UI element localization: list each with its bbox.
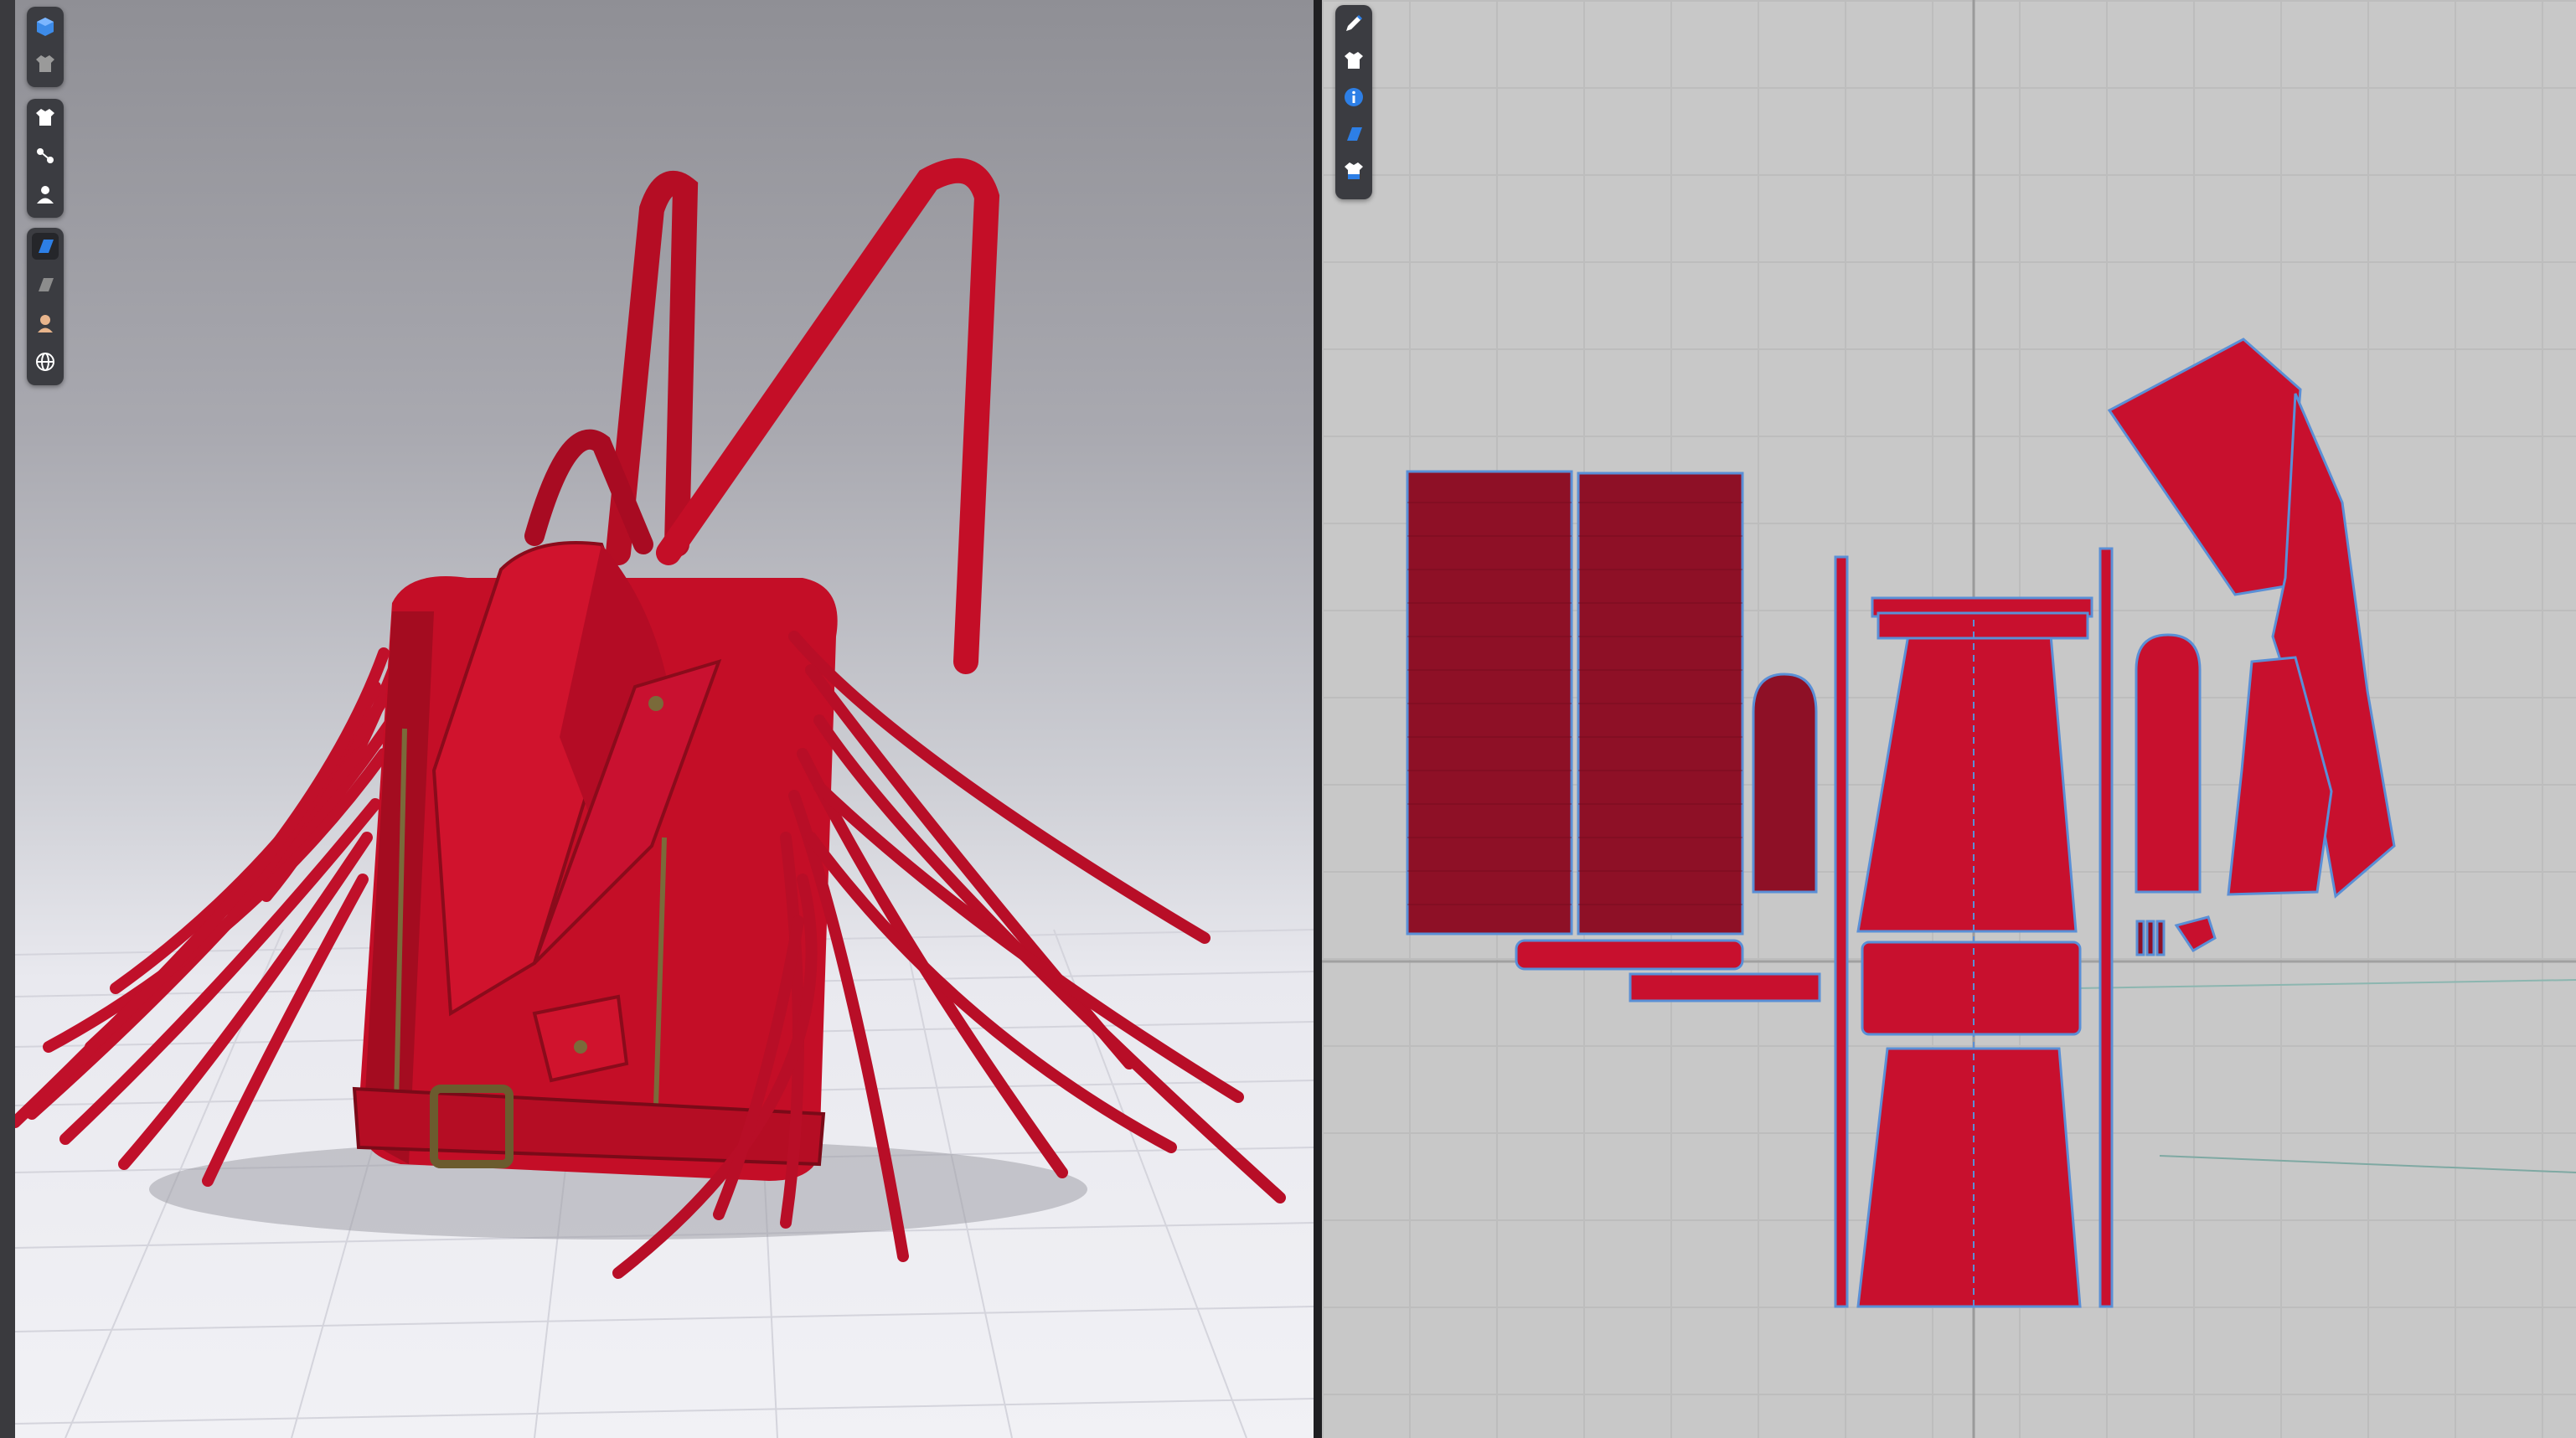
garment-shaded-icon[interactable] [32, 50, 59, 77]
skin-icon[interactable] [32, 310, 59, 337]
pattern-piece-belt[interactable] [1515, 939, 1744, 971]
pattern-piece-front-lower[interactable] [1856, 1047, 2082, 1308]
texture-icon[interactable] [32, 233, 59, 260]
fringe-left [15, 622, 415, 1187]
pattern-pieces [1406, 338, 2396, 1308]
3d-toolbar-group-2 [27, 99, 64, 218]
pattern-piece-gusset-right[interactable] [2135, 633, 2202, 894]
3d-toolbar-group-3 [27, 228, 64, 385]
guide-line [2075, 979, 2576, 989]
pattern-piece-pocket-flap[interactable] [2174, 915, 2217, 953]
2d-toolbar [1335, 5, 1372, 199]
pen-icon[interactable] [1340, 10, 1367, 37]
info-icon[interactable] [1340, 84, 1367, 111]
pattern-piece-small-1[interactable] [2135, 920, 2145, 956]
3d-scene[interactable] [15, 0, 1314, 1438]
left-edge-rail [0, 0, 15, 1438]
pocket-flap [532, 994, 629, 1083]
hanger-icon[interactable] [32, 142, 59, 169]
3d-viewport[interactable] [15, 0, 1314, 1438]
texture-icon[interactable] [1340, 121, 1367, 147]
pattern-piece-small-3[interactable] [2155, 920, 2166, 956]
3d-toolbar-group-1 [27, 7, 64, 87]
rivet [648, 696, 663, 711]
pattern-piece-zip-strip[interactable] [1877, 611, 2089, 640]
fabric-icon[interactable] [32, 271, 59, 298]
garment-2d-icon[interactable] [1340, 157, 1367, 184]
globe-icon[interactable] [32, 348, 59, 375]
pattern-piece-gusset-left[interactable] [1752, 673, 1818, 894]
pattern-piece-base[interactable] [1861, 941, 2082, 1036]
pattern-piece-small-2[interactable] [2145, 920, 2155, 956]
pattern-piece-back-panel[interactable] [1856, 633, 2078, 933]
snap-button [574, 1040, 587, 1054]
pattern-piece-sleeve[interactable] [2107, 338, 2302, 596]
2d-pattern-canvas[interactable] [1322, 0, 2576, 1438]
shirt-icon[interactable] [32, 104, 59, 131]
guide-line [2159, 1155, 2576, 1173]
2d-pattern-viewport[interactable] [1322, 0, 2576, 1438]
avatar-icon[interactable] [32, 181, 59, 208]
cube-view-icon[interactable] [32, 13, 59, 40]
pattern-piece-strap-left[interactable] [1834, 555, 1849, 1308]
pattern-piece-belt-tab[interactable] [1629, 972, 1821, 1002]
pattern-piece-strap-right[interactable] [2098, 547, 2114, 1308]
pattern-piece-fringe-left[interactable] [1406, 470, 1573, 935]
shirt-icon[interactable] [1340, 47, 1367, 74]
panel-divider[interactable] [1314, 0, 1322, 1438]
